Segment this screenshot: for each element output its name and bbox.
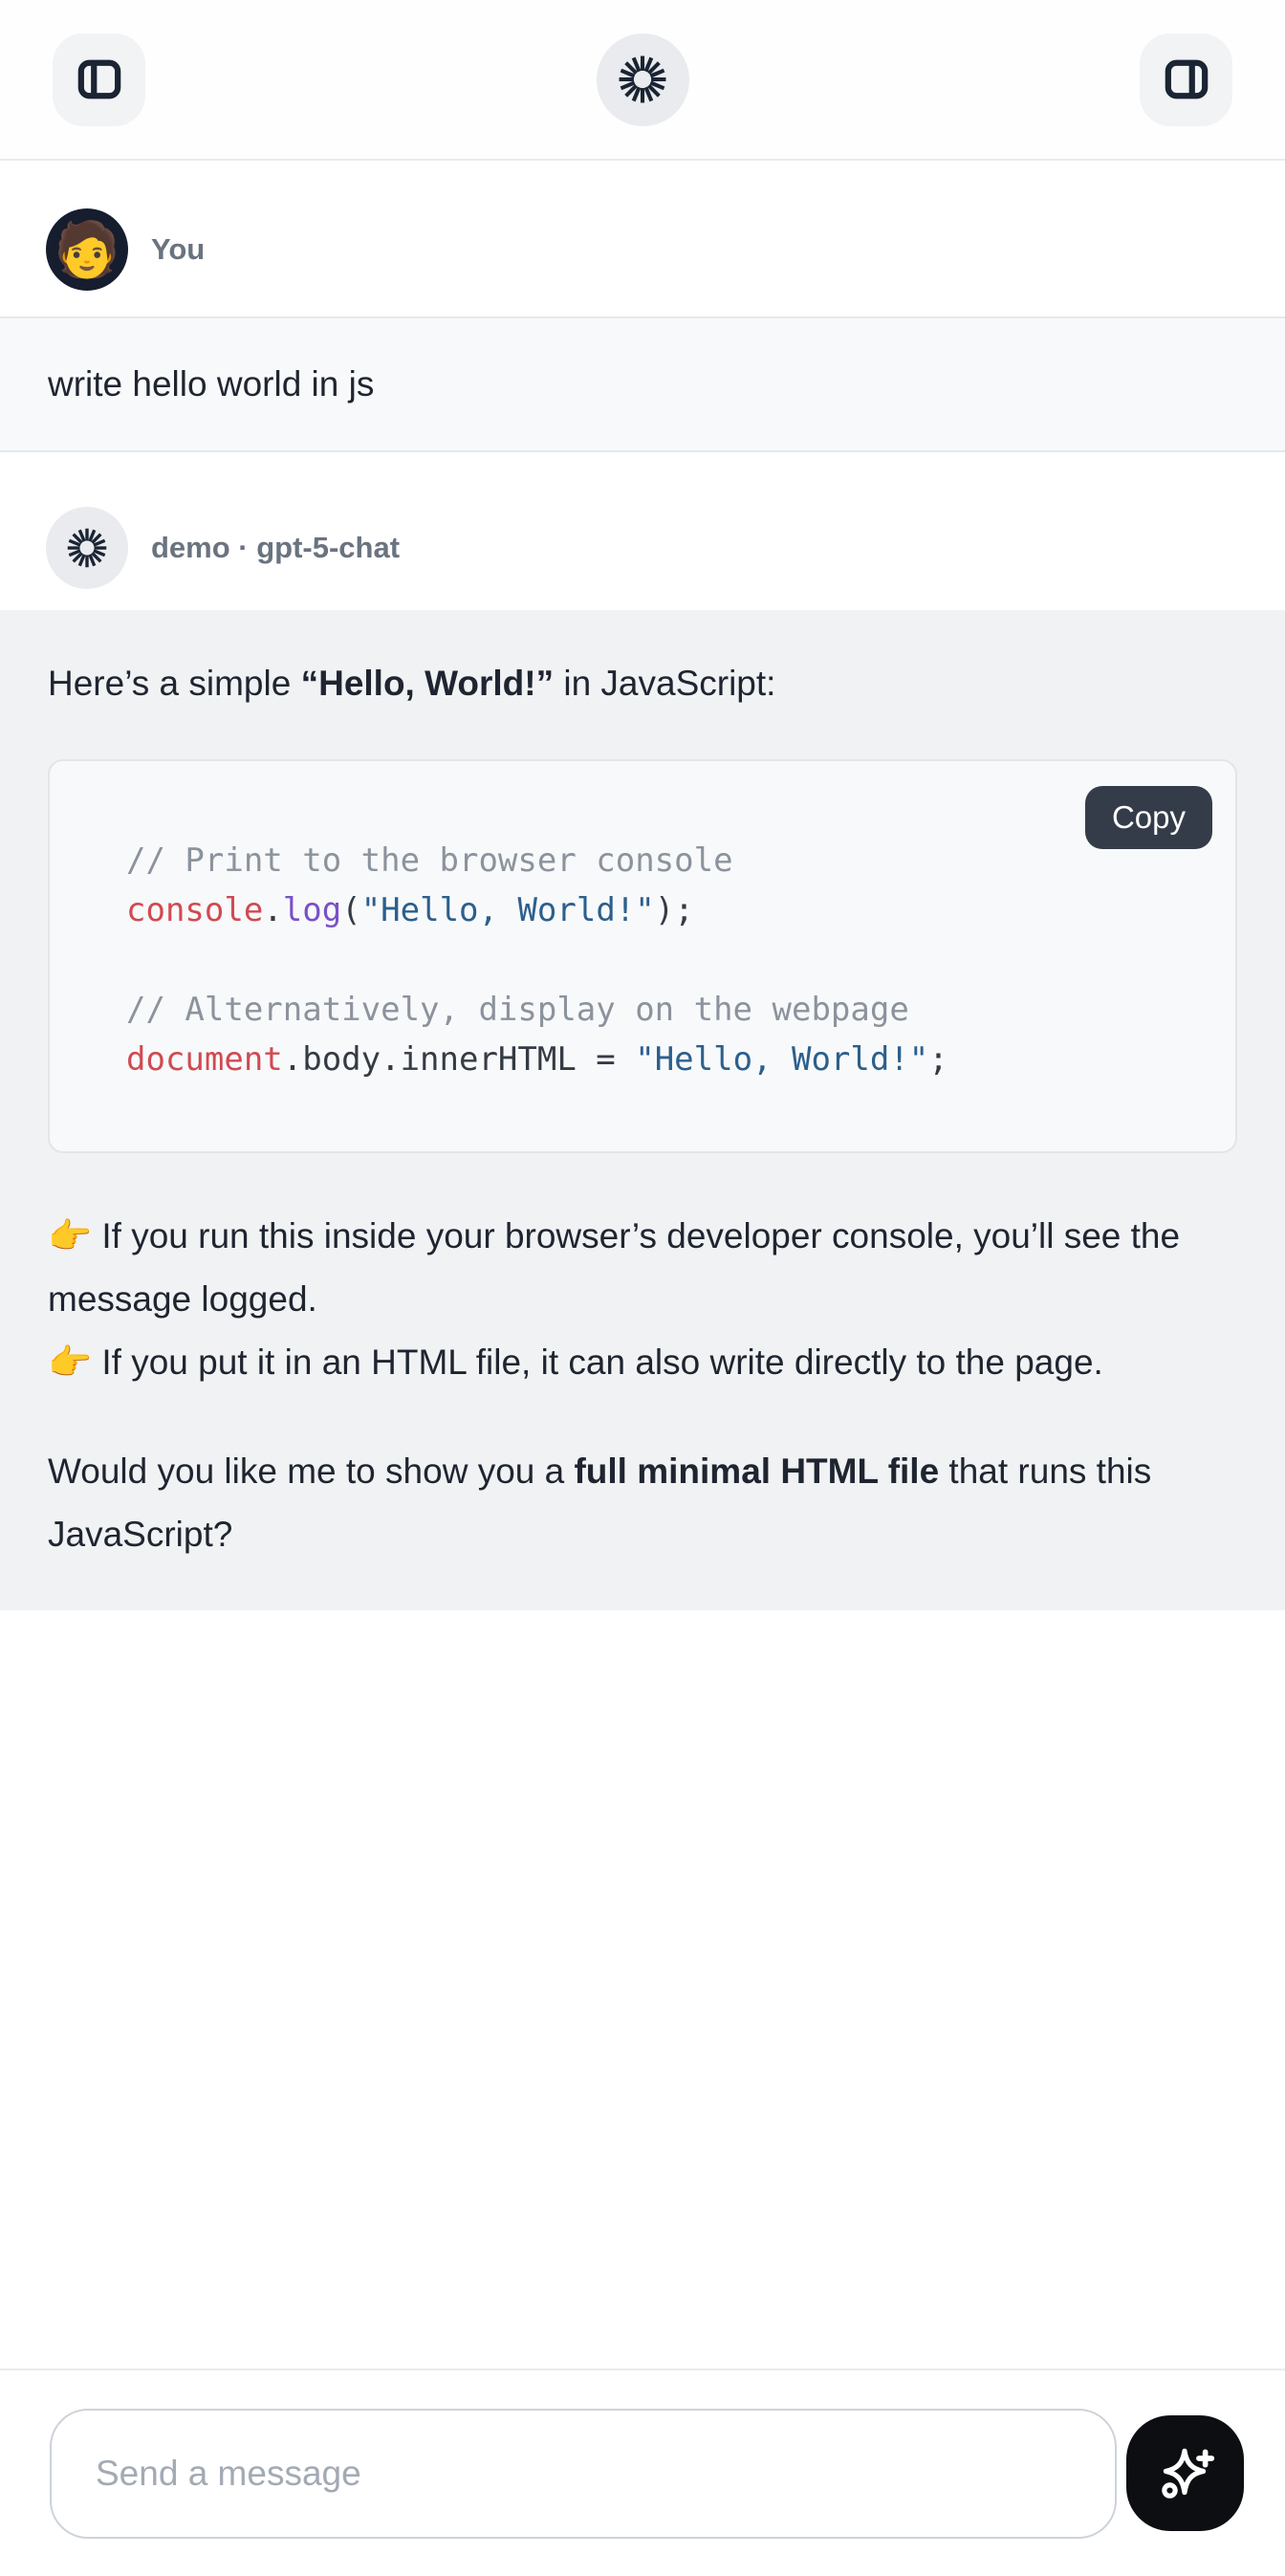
send-button[interactable] (1126, 2415, 1244, 2531)
panel-left-icon (77, 57, 121, 101)
assistant-avatar (46, 507, 128, 589)
tips-paragraph: 👉 If you run this inside your browser’s … (48, 1205, 1237, 1394)
composer-bar (0, 2369, 1285, 2576)
top-bar (0, 0, 1285, 161)
assistant-message-body: Here’s a simple “Hello, World!” in JavaS… (0, 610, 1285, 1610)
starburst-icon (64, 525, 110, 571)
message-input[interactable] (50, 2409, 1117, 2539)
user-avatar-emoji: 🧑 (54, 223, 120, 276)
intro-text: Here’s a simple (48, 664, 301, 703)
question-bold-text: full minimal HTML file (574, 1452, 939, 1491)
question-text: Would you like me to show you a (48, 1452, 574, 1491)
panel-right-icon (1165, 57, 1209, 101)
user-message: 🧑 You write hello world in js (0, 208, 1285, 452)
tip-line-1: 👉 If you run this inside your browser’s … (48, 1216, 1180, 1319)
copy-button[interactable]: Copy (1085, 786, 1212, 849)
question-paragraph: Would you like me to show you a full min… (48, 1440, 1237, 1566)
chat-app: 🧑 You write hello world in js demo · gp (0, 0, 1285, 1610)
starburst-icon (615, 52, 670, 107)
user-author-row: 🧑 You (0, 208, 1285, 291)
toggle-sidebar-button[interactable] (53, 33, 145, 126)
tip-line-2: 👉 If you put it in an HTML file, it can … (48, 1343, 1103, 1382)
assistant-author-row: demo · gpt-5-chat (0, 507, 1285, 589)
code-content: // Print to the browser consoleconsole.l… (50, 761, 1235, 1151)
assistant-message: demo · gpt-5-chat Here’s a simple “Hello… (0, 507, 1285, 1610)
user-author-label: You (151, 232, 205, 267)
toggle-right-panel-button[interactable] (1140, 33, 1232, 126)
user-avatar: 🧑 (46, 208, 128, 291)
intro-text-after: in JavaScript: (554, 664, 775, 703)
sparkle-icon (1154, 2442, 1217, 2505)
assistant-author-label: demo · gpt-5-chat (151, 531, 400, 565)
intro-paragraph: Here’s a simple “Hello, World!” in JavaS… (48, 652, 1237, 715)
code-block: Copy // Print to the browser consolecons… (48, 759, 1237, 1153)
user-message-text: write hello world in js (0, 317, 1285, 452)
intro-bold-text: “Hello, World!” (301, 664, 554, 703)
app-logo (597, 33, 689, 126)
